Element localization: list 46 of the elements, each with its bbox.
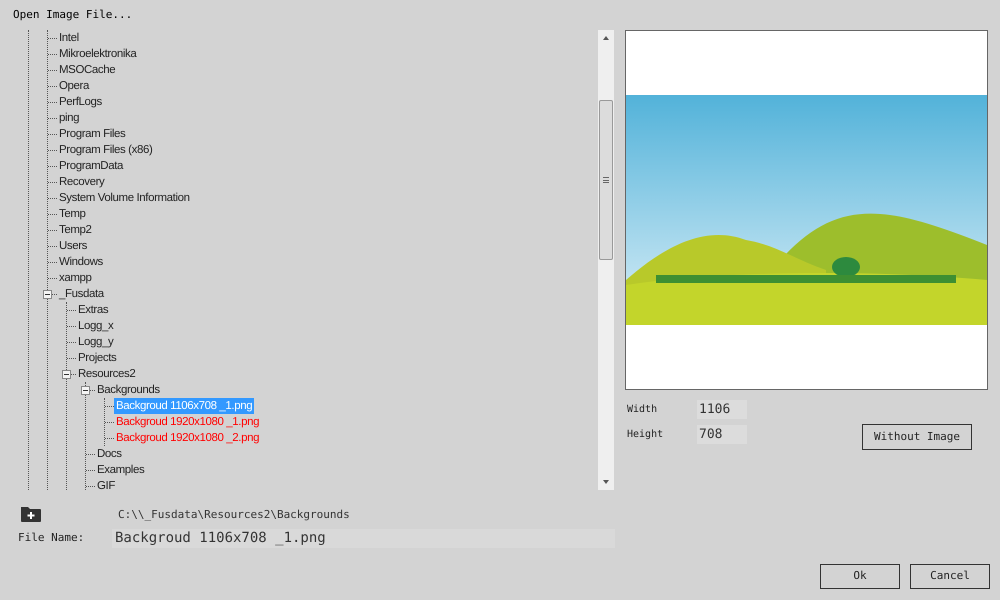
scrollbar[interactable] bbox=[598, 30, 614, 490]
tree-item[interactable]: Opera bbox=[57, 78, 91, 94]
scroll-down-icon[interactable] bbox=[603, 480, 609, 484]
tree-item[interactable]: _Fusdata bbox=[57, 286, 106, 302]
collapse-icon[interactable] bbox=[81, 386, 90, 395]
tree-item[interactable]: Temp2 bbox=[57, 222, 94, 238]
tree-item[interactable]: Recovery bbox=[57, 174, 106, 190]
tree-item[interactable]: Program Files bbox=[57, 126, 128, 142]
tree-item[interactable]: Windows bbox=[57, 254, 105, 270]
tree-item[interactable]: PerfLogs bbox=[57, 94, 104, 110]
tree-item[interactable]: Resources2 bbox=[76, 366, 138, 382]
tree-item[interactable]: System Volume Information bbox=[57, 190, 192, 206]
scroll-thumb[interactable] bbox=[599, 100, 613, 260]
tree-item[interactable]: Backgrounds bbox=[95, 382, 162, 398]
dimension-field[interactable]: 708 bbox=[697, 425, 747, 444]
tree-item[interactable]: Mikroelektronika bbox=[57, 46, 138, 62]
dimension-field[interactable]: 1106 bbox=[697, 400, 747, 419]
tree-item[interactable]: Temp bbox=[57, 206, 88, 222]
dimension-label: Width bbox=[626, 403, 658, 417]
tree-item[interactable]: Intel bbox=[57, 30, 81, 46]
tree-item[interactable]: Extras bbox=[76, 302, 110, 318]
cancel-button[interactable]: Cancel bbox=[910, 564, 990, 589]
tree-item[interactable]: Logg_y bbox=[76, 334, 116, 350]
tree-item[interactable]: Logg_x bbox=[76, 318, 116, 334]
tree-item[interactable]: Docs bbox=[95, 446, 124, 462]
tree-item[interactable]: GIF bbox=[95, 478, 117, 490]
current-path: C:\\_Fusdata\Resources2\Backgrounds bbox=[118, 506, 350, 523]
file-name-field[interactable]: Backgroud 1106x708 _1.png bbox=[112, 529, 615, 548]
without-image-button[interactable]: Without Image bbox=[862, 424, 972, 450]
tree-item[interactable]: Examples bbox=[95, 462, 146, 478]
dimension-label: Height bbox=[626, 428, 664, 442]
scroll-up-icon[interactable] bbox=[603, 36, 609, 40]
tree-item[interactable]: ping bbox=[57, 110, 82, 126]
tree-item[interactable]: xampp bbox=[57, 270, 94, 286]
collapse-icon[interactable] bbox=[43, 290, 52, 299]
collapse-icon[interactable] bbox=[62, 370, 71, 379]
file-name-label: File Name: bbox=[18, 530, 86, 546]
ok-button[interactable]: Ok bbox=[820, 564, 900, 589]
tree-item[interactable]: Users bbox=[57, 238, 90, 254]
tree-item[interactable]: MSOCache bbox=[57, 62, 118, 78]
tree-item[interactable]: ProgramData bbox=[57, 158, 125, 174]
window-title: Open Image File... bbox=[13, 6, 132, 23]
tree-item[interactable]: Projects bbox=[76, 350, 118, 366]
tree-item[interactable]: Program Files (x86) bbox=[57, 142, 154, 158]
grip-icon bbox=[603, 177, 609, 183]
new-folder-icon[interactable] bbox=[20, 505, 42, 523]
